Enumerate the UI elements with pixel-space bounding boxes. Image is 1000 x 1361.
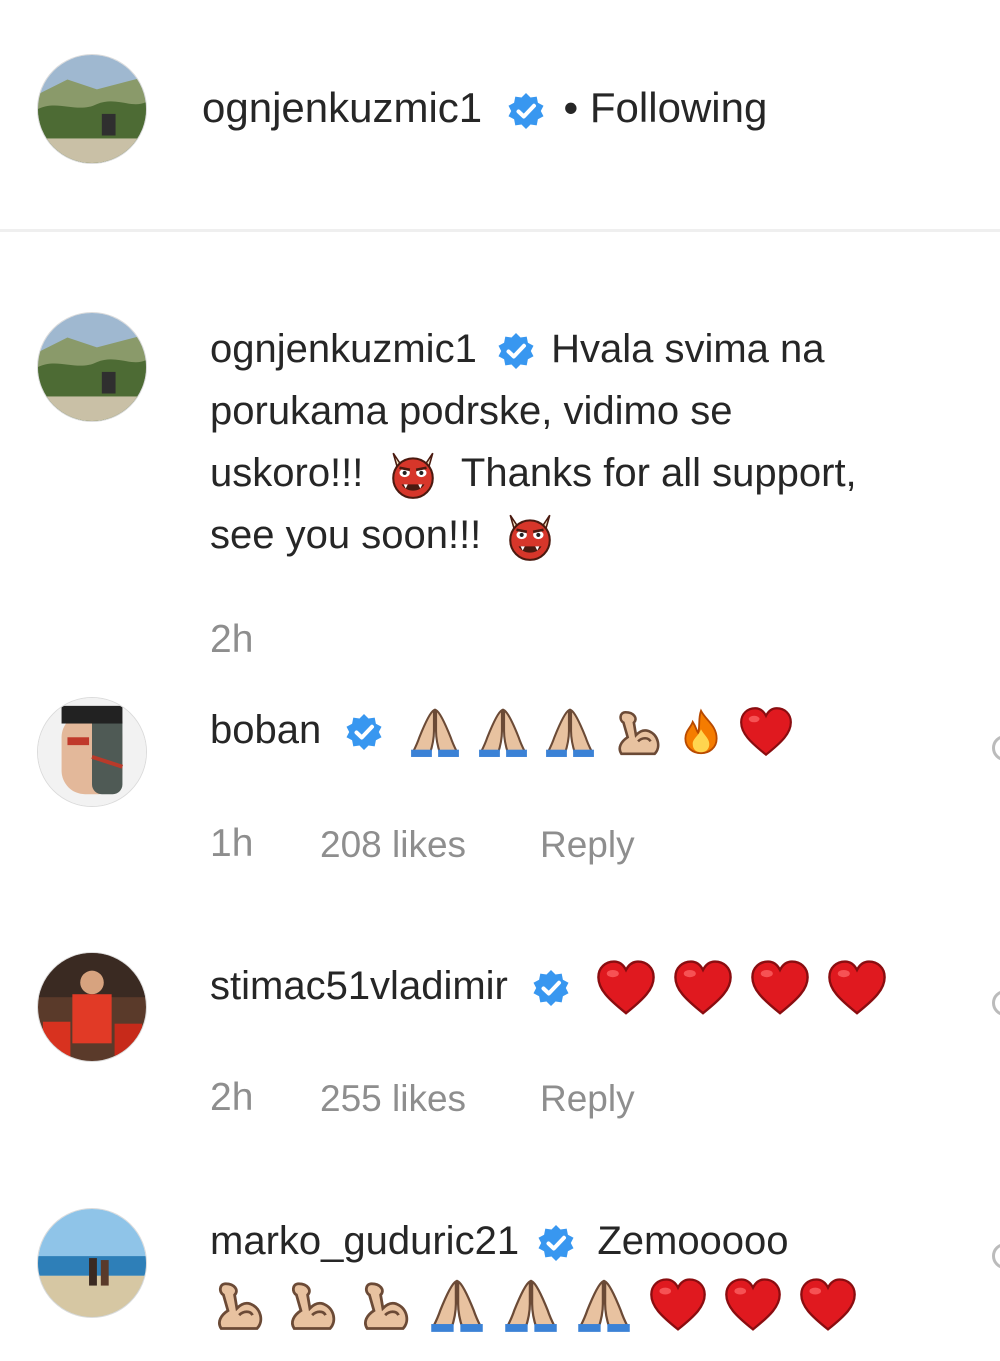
comment-username[interactable]: marko_guduric21 bbox=[210, 1219, 519, 1263]
folded-hands-icon bbox=[503, 1277, 559, 1333]
reply-button[interactable]: Reply bbox=[540, 1078, 635, 1120]
caption-text: ognjenkuzmic1 Hvala svima na porukama po… bbox=[210, 318, 990, 566]
avatar-photo-beach bbox=[38, 1209, 146, 1317]
comment-time: 2h bbox=[210, 1076, 254, 1119]
verified-badge-icon bbox=[506, 91, 546, 131]
comment-avatar-stimac51vladimir[interactable] bbox=[37, 952, 147, 1062]
comment-time: 1h bbox=[210, 822, 254, 865]
comment-likes[interactable]: 208 likes bbox=[320, 824, 466, 866]
fire-icon bbox=[678, 706, 724, 758]
flexed-biceps-icon bbox=[210, 1277, 266, 1333]
caption-line3b: Thanks for all support, bbox=[460, 451, 857, 495]
red-heart-icon bbox=[673, 960, 733, 1016]
folded-hands-icon bbox=[429, 1277, 485, 1333]
comment-text: Zemooooo bbox=[597, 1219, 789, 1263]
avatar-photo-group bbox=[38, 953, 146, 1061]
caption-line2: porukama podrske, vidimo se bbox=[210, 389, 733, 433]
flexed-biceps-icon bbox=[356, 1277, 412, 1333]
red-heart-icon bbox=[750, 960, 810, 1016]
folded-hands-icon bbox=[409, 706, 461, 758]
avatar-photo-landscape bbox=[38, 55, 146, 163]
reply-button[interactable]: Reply bbox=[540, 824, 635, 866]
verified-badge-icon bbox=[496, 331, 536, 371]
header-username[interactable]: ognjenkuzmic1 bbox=[202, 84, 482, 131]
verified-badge-icon bbox=[536, 1223, 576, 1263]
caption-line3a: uskoro!!! bbox=[210, 451, 364, 495]
comment-avatar-boban[interactable] bbox=[37, 697, 147, 807]
ogre-icon bbox=[387, 449, 439, 501]
red-heart-icon bbox=[724, 1278, 782, 1332]
red-heart-icon bbox=[649, 1278, 707, 1332]
comment-avatar-marko_guduric21[interactable] bbox=[37, 1208, 147, 1318]
caption-username[interactable]: ognjenkuzmic1 bbox=[210, 327, 477, 371]
red-heart-icon bbox=[799, 1278, 857, 1332]
header-separator: • bbox=[563, 84, 579, 131]
caption-avatar[interactable] bbox=[37, 312, 147, 422]
like-comment-icon[interactable] bbox=[992, 990, 1000, 1016]
like-comment-icon[interactable] bbox=[992, 735, 1000, 761]
verified-badge-icon bbox=[531, 968, 571, 1008]
red-heart-icon bbox=[739, 706, 793, 758]
caption-line1: Hvala svima na bbox=[551, 327, 825, 371]
folded-hands-icon bbox=[544, 706, 596, 758]
avatar-photo-face bbox=[38, 698, 146, 806]
folded-hands-icon bbox=[477, 706, 529, 758]
red-heart-icon bbox=[596, 960, 656, 1016]
verified-badge-icon bbox=[344, 712, 384, 752]
header-avatar[interactable] bbox=[37, 54, 147, 164]
caption-line4: see you soon!!! bbox=[210, 513, 482, 557]
like-comment-icon[interactable] bbox=[992, 1243, 1000, 1269]
red-heart-icon bbox=[827, 960, 887, 1016]
flexed-biceps-icon bbox=[283, 1277, 339, 1333]
ogre-icon bbox=[504, 511, 556, 563]
comment-username[interactable]: stimac51vladimir bbox=[210, 964, 508, 1008]
caption-time: 2h bbox=[210, 618, 254, 661]
comment-likes[interactable]: 255 likes bbox=[320, 1078, 466, 1120]
header-divider bbox=[0, 229, 1000, 232]
flexed-biceps-icon bbox=[611, 706, 663, 758]
folded-hands-icon bbox=[576, 1277, 632, 1333]
avatar-photo-landscape bbox=[38, 313, 146, 421]
comment-username[interactable]: boban bbox=[210, 708, 321, 752]
follow-status-button[interactable]: Following bbox=[590, 84, 767, 131]
